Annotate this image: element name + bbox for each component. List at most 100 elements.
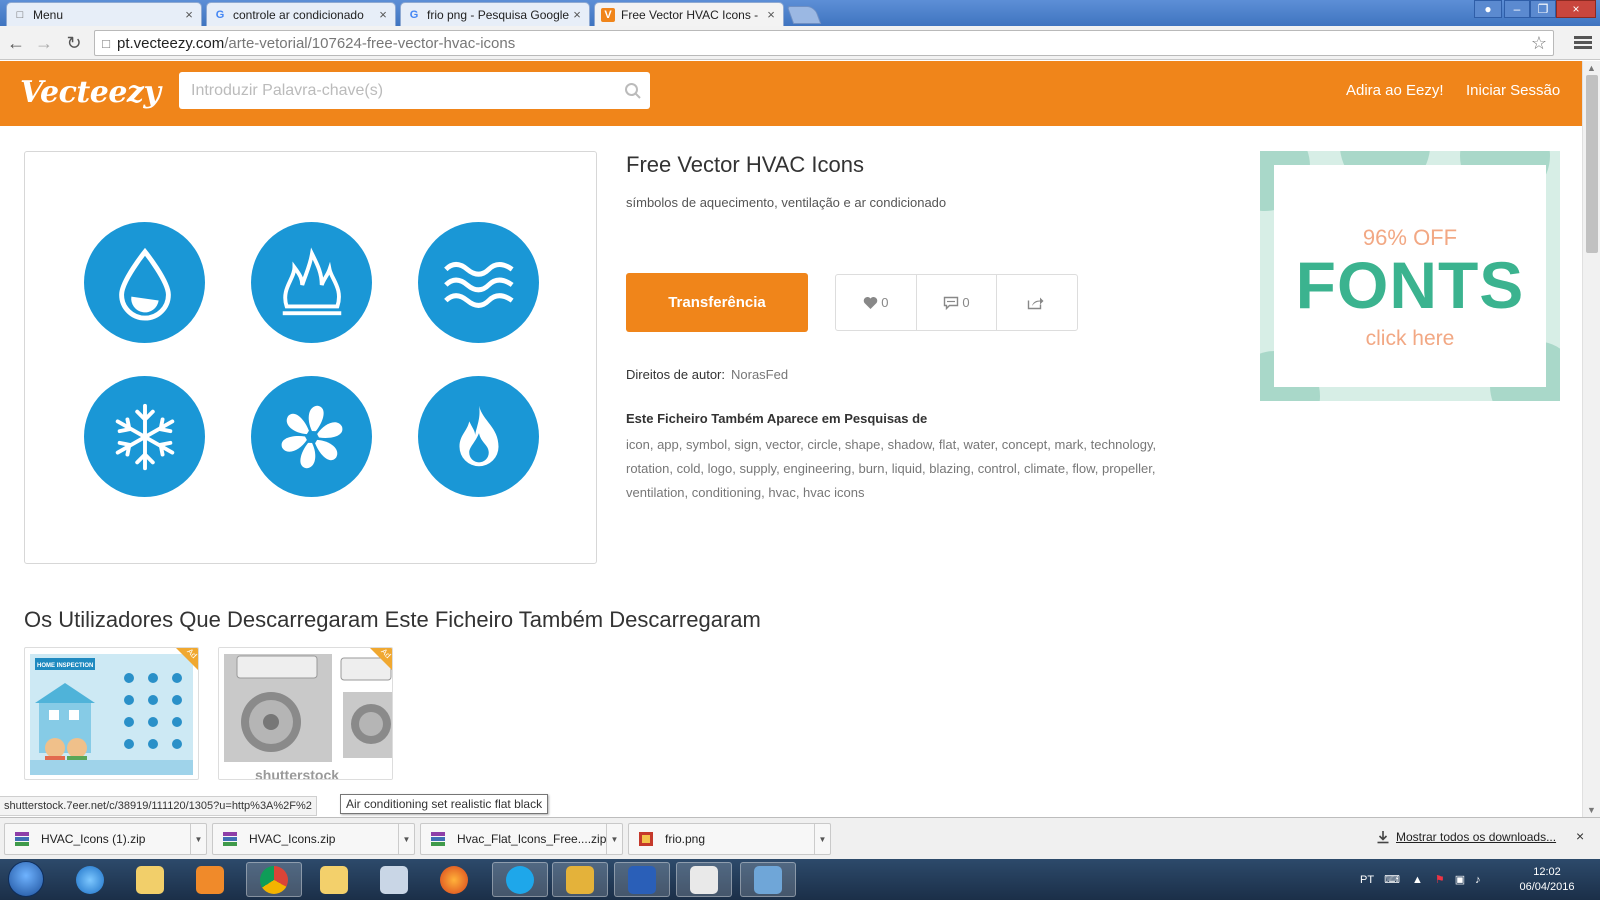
media-player-icon[interactable] [182,862,238,897]
archive-icon [15,832,29,846]
show-all-label: Mostrar todos os downloads... [1396,830,1557,844]
internet-explorer-icon[interactable] [62,862,118,897]
google-icon: G [409,8,419,21]
chevron-down-icon[interactable]: ▼ [398,824,414,854]
related-thumbnail-home-inspection[interactable]: HOME INSPECTION Ad [24,647,199,780]
image-file-icon [639,832,653,846]
windows-taskbar: PT ⌨ ▲ ⚑ ▣ ♪ 12:02 06/04/2016 [0,859,1600,900]
ad-badge: Ad [370,648,392,670]
close-icon[interactable]: × [571,7,583,22]
related-section-title: Os Utilizadores Que Descarregaram Este F… [24,607,761,632]
browser-tab-strip: □ Menu × G controle ar condicionado × G … [0,0,1600,26]
comment-button[interactable]: 0 [917,275,998,330]
network-icon[interactable]: ▣ [1455,873,1465,886]
ad-cta[interactable]: click here [1274,327,1546,351]
fast-app-icon[interactable] [614,862,670,897]
tags-heading: Este Ficheiro Também Aparece em Pesquisa… [626,411,928,426]
scanner-icon[interactable] [676,862,732,897]
home-inspection-image: HOME INSPECTION [30,654,193,775]
page-scrollbar[interactable]: ▲ ▼ [1582,61,1600,817]
search-icon[interactable] [616,82,650,100]
address-bar[interactable]: □ pt.vecteezy.com/arte-vetorial/107624-f… [94,30,1554,56]
close-window-button[interactable]: × [1556,0,1596,18]
firefox-icon[interactable] [426,862,482,897]
snowflake-icon [84,376,205,497]
volume-icon[interactable]: ♪ [1475,874,1481,886]
join-link[interactable]: Adira ao Eezy! [1346,82,1444,99]
share-icon [1027,297,1044,309]
like-button[interactable]: 0 [836,275,917,330]
back-icon[interactable]: ← [4,31,28,55]
site-logo[interactable]: Vecteezy [20,75,161,110]
chevron-down-icon[interactable]: ▼ [606,824,622,854]
author-link[interactable]: NorasFed [731,367,788,382]
bookmark-star-icon[interactable]: ☆ [1531,33,1547,54]
file-explorer-icon[interactable] [122,862,178,897]
vecteezy-icon: V [601,7,615,22]
calculator-icon[interactable] [366,862,422,897]
asset-description: símbolos de aquecimento, ventilação e ar… [626,195,947,210]
download-item[interactable]: frio.png ▼ [628,823,831,855]
minimize-button[interactable]: – [1504,0,1530,18]
ad-badge-label: Ad [185,647,199,661]
search-input[interactable] [189,75,616,106]
page-title: Free Vector HVAC Icons [626,152,865,177]
close-icon[interactable]: × [1576,828,1584,844]
keyboard-icon[interactable]: ⌨ [1384,873,1400,886]
related-thumbnail-air-conditioning[interactable]: shutterstock Ad [218,647,393,780]
vector-preview[interactable] [24,151,597,564]
tag-list[interactable]: icon, app, symbol, sign, vector, circle,… [626,433,1206,505]
chrome-icon[interactable] [246,862,302,897]
url-path: /arte-vetorial/107624-free-vector-hvac-i… [224,34,516,52]
browser-menu-icon[interactable] [1574,34,1592,52]
scrollbar-thumb[interactable] [1586,75,1598,253]
outlook-icon[interactable] [306,862,362,897]
ad-badge-label: Ad [379,647,393,661]
login-link[interactable]: Iniciar Sessão [1466,82,1560,99]
reload-icon[interactable]: ↻ [62,31,86,55]
chevron-down-icon[interactable]: ▼ [814,824,830,854]
show-all-downloads-link[interactable]: Mostrar todos os downloads... [1376,830,1556,844]
close-icon[interactable]: × [765,7,777,22]
tab-menu[interactable]: □ Menu × [6,2,202,26]
image-viewer-icon[interactable] [740,862,796,897]
ad-headline: FONTS [1295,248,1525,322]
action-group: 0 0 [835,274,1078,331]
new-tab-button[interactable] [786,6,822,24]
download-filename: frio.png [665,832,706,846]
close-icon[interactable]: × [183,7,195,22]
system-clock[interactable]: 12:02 06/04/2016 [1512,865,1582,895]
download-item[interactable]: Hvac_Flat_Icons_Free....zip ▼ [420,823,623,855]
flame-icon [251,222,372,343]
like-count: 0 [881,295,889,310]
tab-controle-ar[interactable]: G controle ar condicionado × [206,2,396,26]
language-indicator[interactable]: PT [1360,874,1374,886]
scroll-up-icon[interactable]: ▲ [1587,63,1596,73]
handshake-app-icon[interactable] [552,862,608,897]
thumbnail-banner-text: HOME INSPECTION [37,663,93,669]
ad-badge: Ad [176,648,198,670]
tab-title: Free Vector HVAC Icons - [621,7,759,22]
share-button[interactable] [997,275,1077,330]
download-button[interactable]: Transferência [626,273,808,332]
user-icon[interactable]: ● [1474,0,1502,18]
forward-icon[interactable]: → [32,31,56,55]
tooltip: Air conditioning set realistic flat blac… [340,794,549,814]
download-item[interactable]: HVAC_Icons.zip ▼ [212,823,415,855]
skype-icon[interactable] [492,862,548,897]
chevron-down-icon[interactable]: ▼ [190,824,206,854]
tab-free-vector-hvac[interactable]: V Free Vector HVAC Icons - × [594,2,784,26]
start-button[interactable] [8,861,44,897]
close-icon[interactable]: × [377,7,389,22]
copyright-line: Direitos de autor: NorasFed [626,367,788,382]
download-item[interactable]: HVAC_Icons (1).zip ▼ [4,823,207,855]
browser-toolbar: ← → ↻ □ pt.vecteezy.com/arte-vetorial/10… [0,26,1600,60]
restore-button[interactable]: ❐ [1530,0,1556,18]
comment-icon [944,296,959,310]
action-center-icon[interactable]: ⚑ [1435,873,1445,886]
tab-frio-png[interactable]: G frio png - Pesquisa Google × [400,2,590,26]
system-tray: PT ⌨ ▲ ⚑ ▣ ♪ [1360,859,1481,900]
show-hidden-icons-icon[interactable]: ▲ [1412,874,1423,886]
fonts-ad-banner[interactable]: 96% OFF FONTS click here [1260,151,1560,401]
scroll-down-icon[interactable]: ▼ [1587,805,1596,815]
